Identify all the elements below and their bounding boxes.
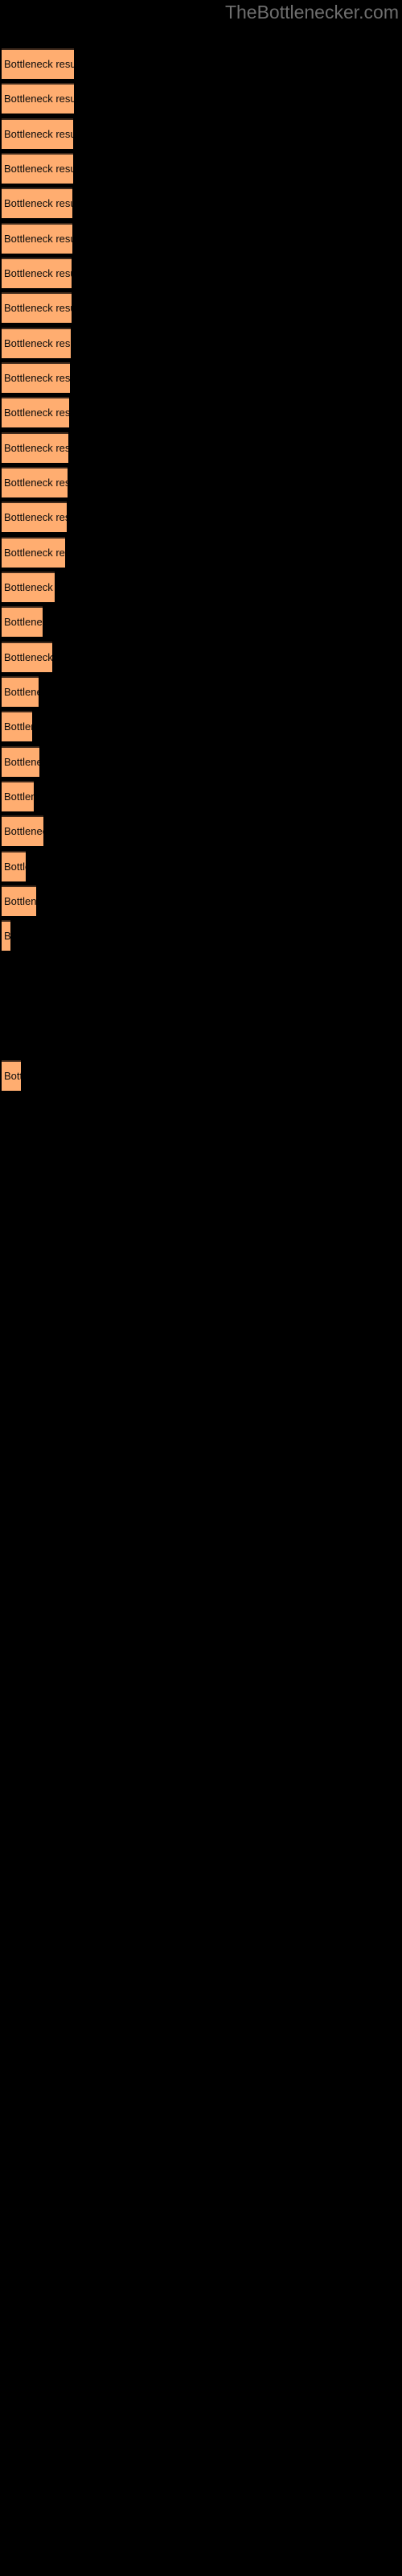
bar-label: Bottleneck result: [4, 372, 70, 384]
bar-label: Bottleneck result: [4, 128, 73, 140]
bar: Bottleneck result: [2, 711, 32, 741]
bar-label: Bottleneck result: [4, 477, 68, 489]
bar-label: Bottleneck result: [4, 511, 67, 523]
bar-label: Bottleneck result: [4, 442, 68, 454]
bar: Bottleneck result: [2, 467, 68, 497]
bar-label: Bottleneck result: [4, 895, 36, 907]
bar-label: Bottleneck result: [4, 407, 69, 419]
bar: Bottleneck result: [2, 1060, 21, 1091]
bar: Bottleneck result: [2, 781, 34, 811]
bar-label: Bottleneck result: [4, 616, 43, 628]
bar: Bottleneck result: [2, 606, 43, 637]
bar: Bottleneck result: [2, 153, 73, 184]
bar-label: Bottleneck result: [4, 686, 39, 698]
bar-label: Bottleneck result: [4, 302, 72, 314]
bar-label: Bottleneck result: [4, 651, 52, 663]
bar: Bottleneck result: [2, 48, 74, 79]
bar: Bottleneck result: [2, 258, 72, 288]
bar: Bottleneck result: [2, 502, 67, 532]
bar: Bottleneck result: [2, 920, 10, 951]
bar-label: Bottleneck result: [4, 93, 74, 105]
bar-label: Bottleneck result: [4, 720, 32, 733]
bar: Bottleneck result: [2, 676, 39, 707]
bar: Bottleneck result: [2, 851, 26, 881]
bar-label: Bottleneck result: [4, 547, 65, 559]
bar-label: Bottleneck result: [4, 791, 34, 803]
bar-label: Bottleneck result: [4, 861, 26, 873]
bar-label: Bottleneck result: [4, 581, 55, 593]
bar: Bottleneck result: [2, 362, 70, 393]
bar-label: Bottleneck result: [4, 233, 72, 245]
bar-label: Bottleneck result: [4, 267, 72, 279]
bar: Bottleneck result: [2, 432, 68, 463]
bar-label: Bottleneck result: [4, 825, 43, 837]
bar: Bottleneck result: [2, 572, 55, 602]
bar: Bottleneck result: [2, 746, 39, 777]
bar: Bottleneck result: [2, 118, 73, 149]
bar-label: Bottleneck result: [4, 756, 39, 768]
bar-label: Bottleneck result: [4, 337, 71, 349]
bar-label: Bottleneck result: [4, 58, 74, 70]
bar: Bottleneck result: [2, 397, 69, 427]
bar-label: Bottleneck result: [4, 197, 72, 209]
bar: Bottleneck result: [2, 815, 43, 846]
bar: Bottleneck result: [2, 886, 36, 916]
bar: Bottleneck result: [2, 537, 65, 568]
bar: Bottleneck result: [2, 328, 71, 358]
bottleneck-bar-chart: TheBottlenecker.com Bottleneck result Bot…: [0, 0, 402, 2576]
bar-label: Bottleneck result: [4, 163, 73, 175]
bar: Bottleneck result: [2, 83, 74, 114]
bar: Bottleneck result: [2, 188, 72, 218]
bar-label: Bottleneck result: [4, 1070, 21, 1082]
bar-label: Bottleneck result: [4, 930, 10, 942]
bar-series: Bottleneck result Bottleneck result Bottle…: [0, 0, 402, 2576]
bar: Bottleneck result: [2, 292, 72, 323]
bar: Bottleneck result: [2, 642, 52, 672]
bar: Bottleneck result: [2, 223, 72, 254]
